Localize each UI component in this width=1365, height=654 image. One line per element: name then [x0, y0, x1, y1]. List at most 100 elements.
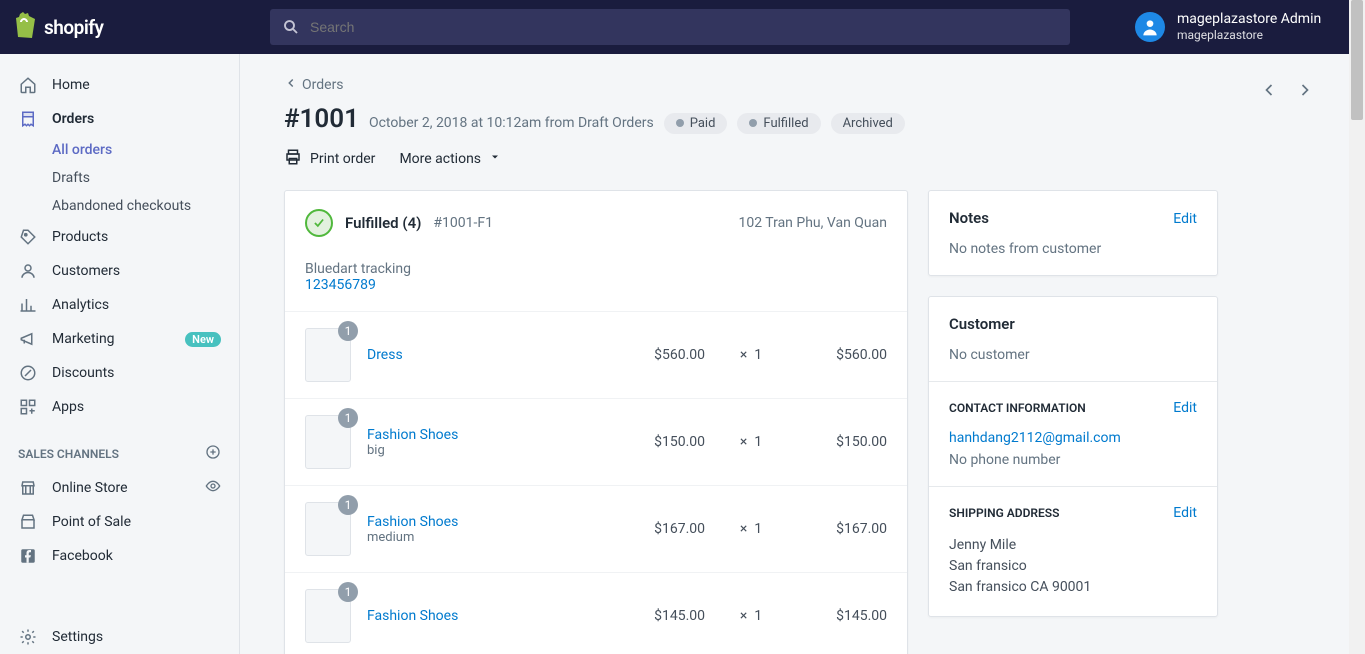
user-menu[interactable]: mageplazastore Admin mageplazastore [1135, 11, 1365, 42]
sidebar-item-products[interactable]: Products [0, 220, 239, 254]
product-thumb: 1 [305, 502, 351, 556]
search-input[interactable] [310, 19, 1058, 35]
chevron-left-icon [284, 76, 298, 94]
order-id: #1001 [284, 104, 359, 134]
page-nav-arrows [1253, 74, 1321, 110]
qty-badge: 1 [338, 408, 358, 428]
fulfilled-title: Fulfilled (4) [345, 214, 421, 232]
breadcrumb[interactable]: Orders [284, 76, 344, 94]
nav-label: Orders [52, 111, 94, 127]
item-name[interactable]: Fashion Shoes [367, 608, 599, 624]
sidebar-item-marketing[interactable]: Marketing New [0, 322, 239, 356]
breadcrumb-label: Orders [302, 77, 344, 93]
item-qty: 1 [754, 521, 762, 537]
home-icon [18, 75, 38, 95]
main-content: Orders #1001 October 2, 2018 at 10:12am … [240, 54, 1365, 654]
user-store: mageplazastore [1177, 28, 1321, 42]
apps-icon [18, 397, 38, 417]
fulfillment-ref: #1001-F1 [433, 215, 493, 231]
edit-notes-link[interactable]: Edit [1173, 211, 1197, 227]
action-label: Print order [310, 151, 375, 167]
item-name[interactable]: Fashion Shoes [367, 514, 599, 530]
sidebar-item-orders[interactable]: Orders [0, 102, 239, 136]
badge-fulfilled: Fulfilled [737, 113, 820, 134]
nav-label: Marketing [52, 331, 115, 347]
scrollbar[interactable] [1349, 0, 1365, 654]
item-variant: medium [367, 530, 599, 545]
sidebar-item-customers[interactable]: Customers [0, 254, 239, 288]
new-badge: New [185, 332, 221, 347]
item-total: $145.00 [797, 608, 887, 624]
nav-label: Apps [52, 399, 84, 415]
sidebar-sub-drafts[interactable]: Drafts [0, 164, 239, 192]
shopify-bag-icon [14, 12, 36, 42]
avatar [1135, 12, 1165, 42]
customer-card: Customer No customer CONTACT INFORMATION… [928, 296, 1218, 617]
action-label: More actions [399, 151, 481, 167]
edit-contact-link[interactable]: Edit [1173, 400, 1197, 416]
item-total: $167.00 [797, 521, 887, 537]
shipping-line: Jenny Mile [949, 535, 1197, 556]
sidebar-item-discounts[interactable]: Discounts [0, 356, 239, 390]
line-item: 1 Fashion Shoes $145.00 × 1 $145.00 [285, 572, 907, 654]
item-total: $560.00 [797, 347, 887, 363]
actions-row: Print order More actions [284, 148, 1321, 170]
contact-phone: No phone number [949, 452, 1197, 468]
fulfillment-address: 102 Tran Phu, Van Quan [738, 215, 887, 231]
add-channel-icon[interactable] [205, 444, 221, 463]
sidebar-channel-facebook[interactable]: Facebook [0, 539, 239, 573]
nav-label: Customers [52, 263, 120, 279]
scrollbar-thumb[interactable] [1351, 0, 1363, 120]
nav-label: Online Store [52, 480, 128, 496]
sidebar-sub-abandoned[interactable]: Abandoned checkouts [0, 192, 239, 220]
item-qty: 1 [754, 608, 762, 624]
top-bar: shopify mageplazastore Admin mageplazast… [0, 0, 1365, 54]
nav-label: Products [52, 229, 108, 245]
product-thumb: 1 [305, 589, 351, 643]
user-icon [18, 261, 38, 281]
edit-shipping-link[interactable]: Edit [1173, 505, 1197, 521]
search-wrap [240, 9, 1135, 45]
sidebar-item-settings[interactable]: Settings [0, 620, 239, 654]
item-unit-price: $150.00 [615, 434, 705, 450]
orders-icon [18, 109, 38, 129]
more-actions-button[interactable]: More actions [399, 151, 501, 167]
contact-email[interactable]: hanhdang2112@gmail.com [949, 430, 1121, 446]
order-meta: October 2, 2018 at 10:12am from Draft Or… [369, 115, 654, 131]
sidebar-sub-all-orders[interactable]: All orders [0, 136, 239, 164]
line-item: 1 Dress $560.00 × 1 $560.00 [285, 311, 907, 398]
prev-order-arrow[interactable] [1253, 74, 1285, 110]
brand-text: shopify [44, 16, 103, 39]
tracking-number[interactable]: 123456789 [305, 277, 887, 293]
eye-icon[interactable] [205, 478, 221, 498]
caret-down-icon [489, 151, 501, 167]
item-unit-price: $560.00 [615, 347, 705, 363]
sidebar-channel-online-store[interactable]: Online Store [0, 471, 239, 505]
item-qty: 1 [754, 347, 762, 363]
sidebar-item-home[interactable]: Home [0, 68, 239, 102]
item-unit-price: $145.00 [615, 608, 705, 624]
customer-body: No customer [949, 347, 1197, 363]
printer-icon [284, 148, 302, 170]
channels-label: SALES CHANNELS [18, 447, 119, 461]
nav-label: Home [52, 77, 90, 93]
qty-badge: 1 [338, 582, 358, 602]
badge-archived: Archived [831, 113, 905, 134]
item-name[interactable]: Fashion Shoes [367, 427, 599, 443]
search-box[interactable] [270, 9, 1070, 45]
discount-icon [18, 363, 38, 383]
logo[interactable]: shopify [0, 12, 240, 42]
print-order-button[interactable]: Print order [284, 148, 375, 170]
customer-title: Customer [949, 315, 1015, 333]
qty-badge: 1 [338, 495, 358, 515]
next-order-arrow[interactable] [1289, 74, 1321, 110]
sidebar-channel-pos[interactable]: Point of Sale [0, 505, 239, 539]
fulfillment-card: Fulfilled (4) #1001-F1 102 Tran Phu, Van… [284, 190, 908, 654]
sidebar-item-analytics[interactable]: Analytics [0, 288, 239, 322]
product-thumb: 1 [305, 415, 351, 469]
store-icon [18, 478, 38, 498]
item-name[interactable]: Dress [367, 347, 599, 363]
sidebar-item-apps[interactable]: Apps [0, 390, 239, 424]
check-icon [305, 209, 333, 237]
product-thumb: 1 [305, 328, 351, 382]
